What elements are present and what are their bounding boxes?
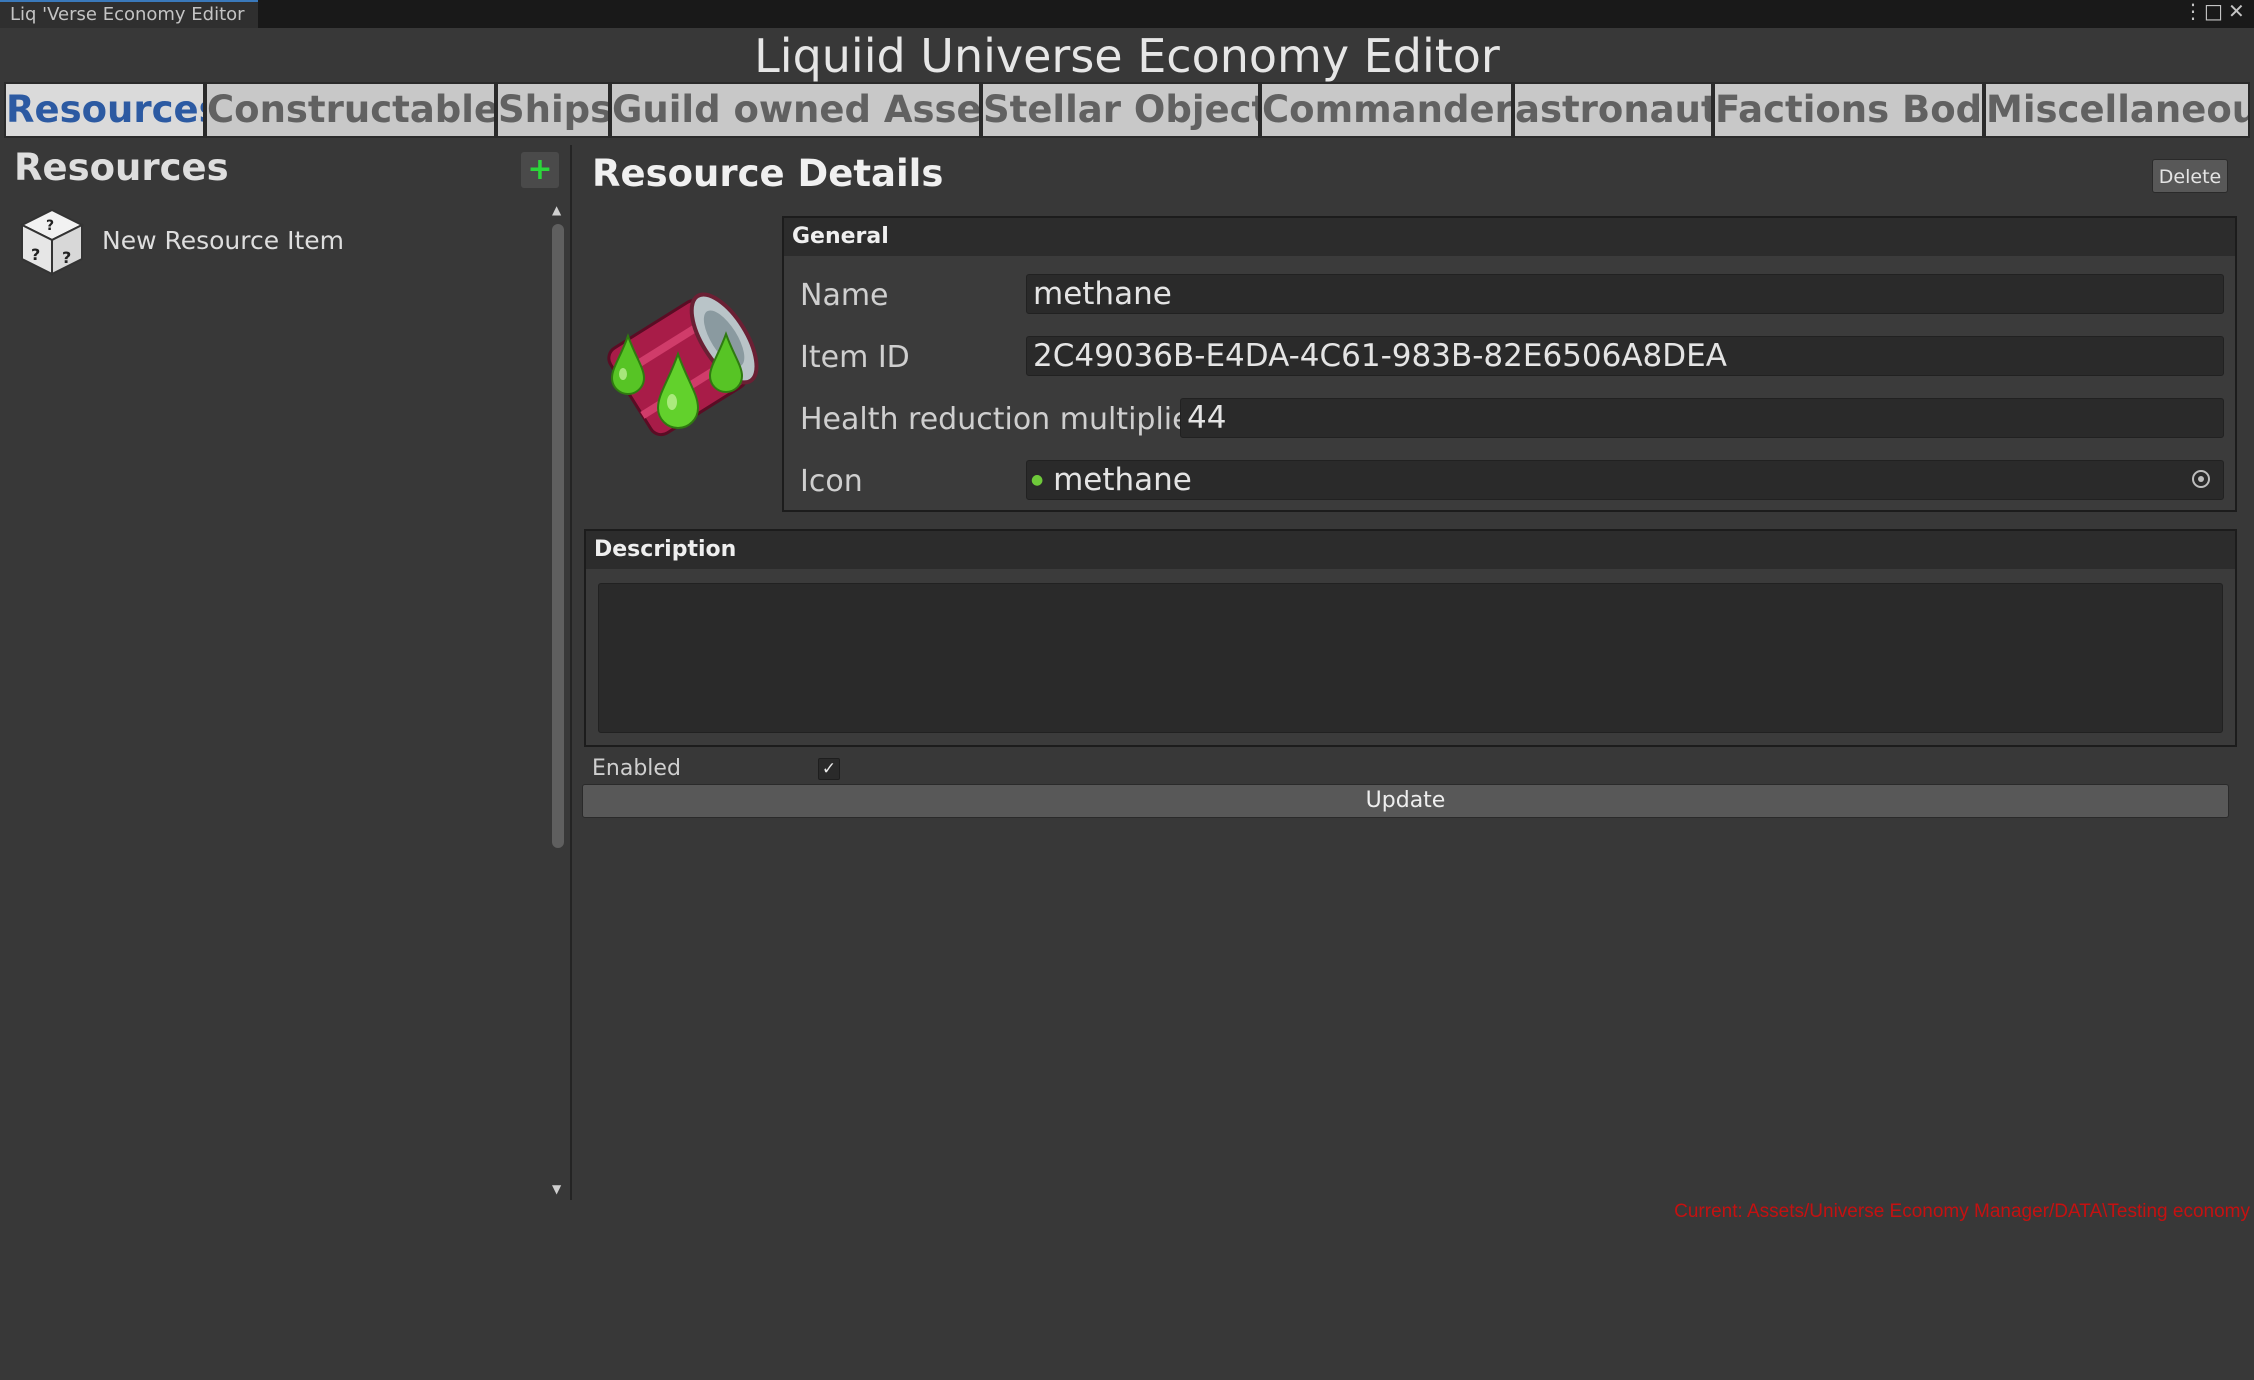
tab-stellar-objects[interactable]: Stellar Objects — [981, 82, 1260, 138]
description-heading: Description — [586, 531, 2235, 569]
tab-factions-body[interactable]: Factions Body — [1713, 82, 1984, 138]
window-tab-title: Liq 'Verse Economy Editor — [10, 4, 245, 25]
scrollbar-thumb[interactable] — [552, 224, 564, 848]
add-resource-button[interactable]: + — [521, 152, 559, 188]
name-label: Name — [800, 278, 889, 313]
enabled-checkbox[interactable]: ✓ — [818, 758, 840, 780]
list-item[interactable]: ? ? ? New Resource Item — [12, 206, 532, 278]
category-tabs: Resources Constructables Ships Guild own… — [4, 82, 2250, 138]
icon-label: Icon — [800, 464, 863, 499]
window-tab-bar: Liq 'Verse Economy Editor ⋮ □ ✕ — [0, 0, 2254, 28]
description-section: Description — [584, 529, 2237, 747]
tab-commanders[interactable]: Commanders — [1260, 82, 1513, 138]
item-id-label: Item ID — [800, 340, 910, 375]
resources-list-title: Resources — [14, 146, 229, 189]
methane-barrel-icon — [607, 292, 759, 437]
name-field[interactable]: methane — [1026, 274, 2224, 314]
maximize-icon[interactable]: □ — [2204, 1, 2223, 21]
window-tab[interactable]: Liq 'Verse Economy Editor — [0, 0, 258, 28]
general-section: General Name methane Item ID 2C49036B-E4… — [782, 216, 2237, 512]
svg-text:?: ? — [62, 248, 71, 267]
icon-object-field[interactable]: ● methane — [1026, 460, 2224, 500]
tab-constructables[interactable]: Constructables — [205, 82, 496, 138]
svg-text:?: ? — [46, 218, 54, 234]
update-button[interactable]: Update — [582, 784, 2229, 818]
check-icon: ✓ — [821, 759, 837, 779]
tab-resources[interactable]: Resources — [4, 82, 205, 138]
tab-ships[interactable]: Ships — [496, 82, 610, 138]
tab-guild-owned-assets[interactable]: Guild owned Assets — [610, 82, 981, 138]
list-item-label: New Resource Item — [102, 226, 344, 255]
app-title: Liquiid Universe Economy Editor — [754, 29, 1500, 83]
scroll-up-icon[interactable]: ▲ — [552, 203, 561, 217]
tab-miscellaneous[interactable]: Miscellaneous — [1984, 82, 2250, 138]
tab-astronauts[interactable]: astronauts — [1513, 82, 1713, 138]
dice-icon: ? ? ? — [19, 208, 85, 276]
delete-button[interactable]: Delete — [2152, 159, 2228, 193]
details-title: Resource Details — [592, 152, 944, 195]
item-id-field[interactable]: 2C49036B-E4DA-4C61-983B-82E6506A8DEA — [1026, 336, 2224, 376]
icon-value: methane — [1053, 462, 1192, 498]
scroll-down-icon[interactable]: ▼ — [552, 1182, 561, 1196]
health-multiplier-field[interactable]: 44 — [1180, 398, 2224, 438]
health-multiplier-label: Health reduction multiplier — [800, 402, 1203, 437]
current-path-status: Current: Assets/Universe Economy Manager… — [1674, 1201, 2250, 1222]
description-textarea[interactable] — [598, 583, 2223, 733]
general-heading: General — [784, 218, 2235, 256]
svg-text:?: ? — [31, 245, 40, 264]
kebab-menu-icon[interactable]: ⋮ — [2183, 1, 2203, 21]
panel-divider[interactable] — [570, 145, 572, 1200]
enabled-label: Enabled — [592, 756, 681, 781]
object-picker-icon[interactable] — [2192, 470, 2210, 488]
methane-thumb-icon: ● — [1031, 472, 1044, 488]
close-icon[interactable]: ✕ — [2228, 1, 2245, 21]
